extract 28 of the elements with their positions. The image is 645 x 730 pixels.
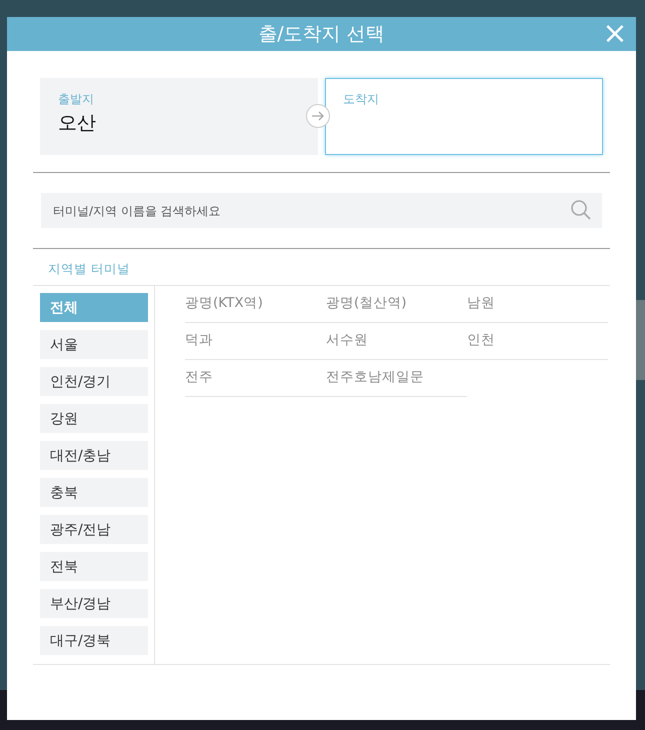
search-field[interactable]: 터미널/지역 이름을 검색하세요	[41, 193, 602, 228]
departure-label: 출발지	[58, 91, 95, 108]
region-tab[interactable]: 부산/경남	[40, 589, 148, 618]
region-tab[interactable]: 대구/경북	[40, 626, 148, 655]
region-tab[interactable]: 광주/전남	[40, 515, 148, 544]
arrival-label: 도착지	[343, 91, 380, 108]
terminal-item[interactable]: 서수원	[326, 323, 467, 360]
region-tab[interactable]: 충북	[40, 478, 148, 507]
departure-field[interactable]: 출발지 오산	[40, 78, 318, 155]
region-tab[interactable]: 전북	[40, 552, 148, 581]
region-tab[interactable]: 서울	[40, 330, 148, 359]
region-tab[interactable]: 전체	[40, 293, 148, 322]
search-icon[interactable]	[570, 199, 592, 221]
arrival-field[interactable]: 도착지	[325, 78, 603, 155]
terminal-item[interactable]: 인천	[467, 323, 608, 360]
dialog-title: 출/도착지 선택	[258, 22, 385, 47]
region-tab[interactable]: 인천/경기	[40, 367, 148, 396]
section-title: 지역별 터미널	[47, 260, 131, 278]
terminal-item[interactable]: 광명(KTX역)	[185, 286, 326, 323]
terminal-item[interactable]: 광명(철산역)	[326, 286, 467, 323]
terminal-item[interactable]: 전주호남제일문	[326, 360, 467, 397]
terminal-item[interactable]: 덕과	[185, 323, 326, 360]
region-tab[interactable]: 강원	[40, 404, 148, 433]
region-tab[interactable]: 대전/충남	[40, 441, 148, 470]
terminal-item[interactable]: 전주	[185, 360, 326, 397]
terminal-item[interactable]: 남원	[467, 286, 608, 323]
departure-value: 오산	[58, 111, 97, 136]
close-button[interactable]: ×	[600, 19, 630, 49]
